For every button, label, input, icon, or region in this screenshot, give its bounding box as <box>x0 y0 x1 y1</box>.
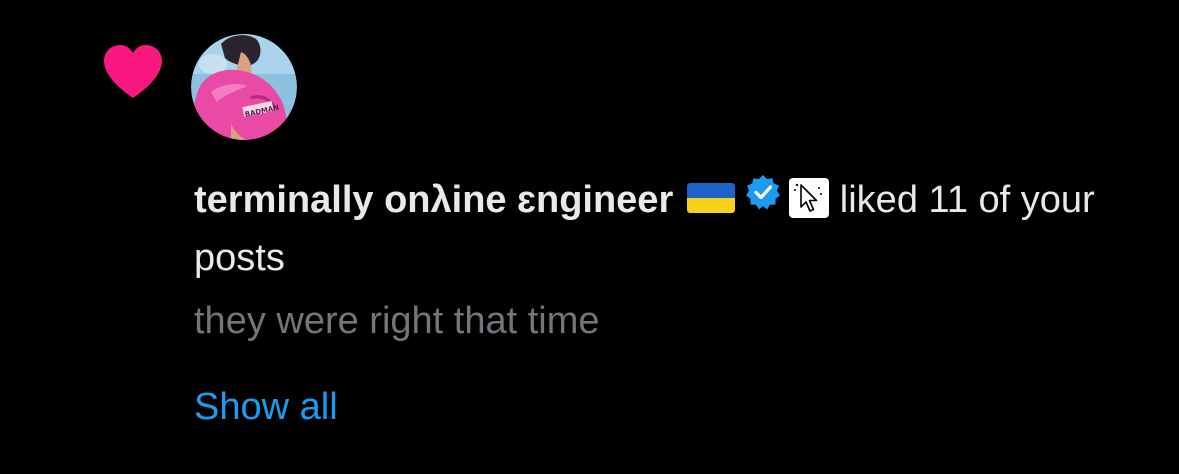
avatar-image: BADMAN <box>191 34 297 140</box>
notification-headline: terminally onλine ɛngineer liked 11 of y… <box>194 172 1154 286</box>
user-name[interactable]: terminally onλine ɛngineer <box>194 179 673 221</box>
show-all-link[interactable]: Show all <box>194 384 338 430</box>
avatar[interactable]: BADMAN <box>191 34 297 140</box>
verified-badge-icon[interactable] <box>735 170 781 226</box>
heart-icon <box>104 45 162 98</box>
ukraine-flag-icon <box>687 182 736 213</box>
post-preview[interactable]: they were right that time <box>194 298 1154 344</box>
cursor-icon <box>789 177 830 218</box>
notification-content: terminally onλine ɛngineer liked 11 of y… <box>194 172 1154 430</box>
like-notification[interactable]: BADMAN terminally onλine ɛngineer liked … <box>0 0 1179 474</box>
